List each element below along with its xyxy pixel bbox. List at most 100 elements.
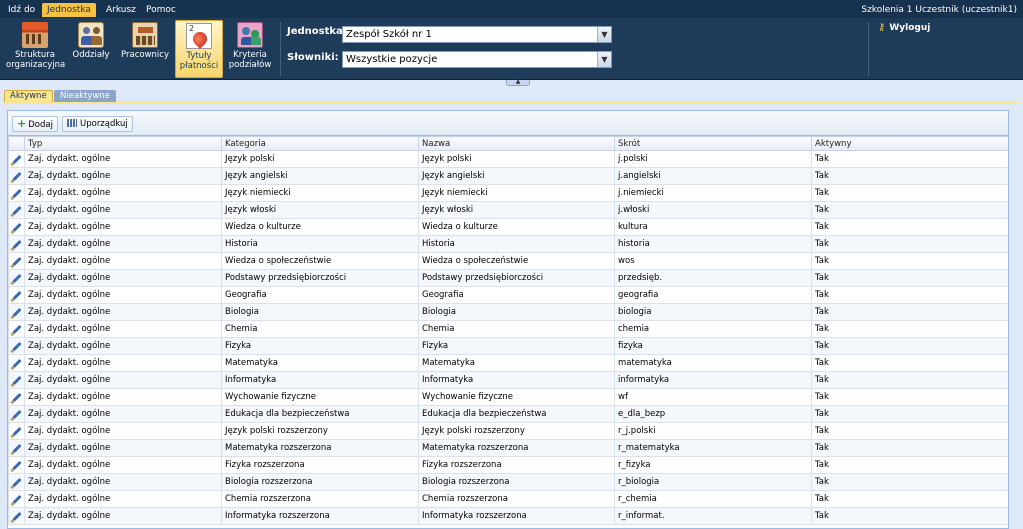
edit-row-button[interactable] xyxy=(8,184,25,202)
edit-row-button[interactable] xyxy=(8,286,25,304)
edit-row-button[interactable] xyxy=(8,201,25,219)
cell-kategoria: Informatyka xyxy=(221,371,419,389)
menu-item-pomoc[interactable]: Pomoc xyxy=(141,3,181,17)
cell-skrot: przedsięb. xyxy=(614,269,812,287)
edit-row-button[interactable] xyxy=(8,320,25,338)
table-row[interactable]: Zaj. dydakt. ogólne Geografia Geografia geo… xyxy=(8,286,1008,304)
ribbon-button-oddzialy[interactable]: Oddziały xyxy=(68,20,114,78)
edit-row-button[interactable] xyxy=(8,235,25,253)
cell-aktywny: Tak xyxy=(811,320,1008,338)
cell-nazwa: Informatyka xyxy=(418,371,615,389)
cell-skrot: informatyka xyxy=(614,371,812,389)
edit-row-button[interactable] xyxy=(8,405,25,423)
cell-nazwa: Informatyka rozszerzona xyxy=(418,507,615,525)
column-header-kategoria[interactable]: Kategoria xyxy=(221,136,419,151)
cell-aktywny: Tak xyxy=(811,201,1008,219)
logout-button[interactable]: ⚷ Wyloguj xyxy=(878,22,930,33)
edit-row-button[interactable] xyxy=(8,490,25,508)
table-row[interactable]: Zaj. dydakt. ogólne Matematyka rozszerzon… xyxy=(8,439,1008,457)
edit-row-button[interactable] xyxy=(8,167,25,185)
table-row[interactable]: Zaj. dydakt. ogólne Fizyka rozszerzona Fiz… xyxy=(8,456,1008,474)
unit-select[interactable]: Zespół Szkół nr 1 ▼ xyxy=(342,26,612,43)
edit-row-button[interactable] xyxy=(8,456,25,474)
edit-row-button[interactable] xyxy=(8,269,25,287)
edit-row-button[interactable] xyxy=(8,252,25,270)
chevron-down-icon[interactable]: ▼ xyxy=(597,52,611,67)
edit-row-button[interactable] xyxy=(8,507,25,525)
pencil-icon xyxy=(11,426,22,437)
pencil-icon xyxy=(11,392,22,403)
table-row[interactable]: Zaj. dydakt. ogólne Biologia rozszerzona B… xyxy=(8,473,1008,491)
key-icon: ⚷ xyxy=(878,22,886,33)
table-row[interactable]: Zaj. dydakt. ogólne Chemia Chemia chemia Tak xyxy=(8,320,1008,338)
edit-row-button[interactable] xyxy=(8,439,25,457)
edit-row-button[interactable] xyxy=(8,337,25,355)
ribbon-button-label: Kryteria podziałów xyxy=(228,50,272,70)
table-row[interactable]: Zaj. dydakt. ogólne Wiedza o kulturze Wied… xyxy=(8,218,1008,236)
cell-typ: Zaj. dydakt. ogólne xyxy=(24,507,222,525)
cell-skrot: r_informat. xyxy=(614,507,812,525)
table-row[interactable]: Zaj. dydakt. ogólne Język polski Język pol… xyxy=(8,150,1008,168)
menu-item-jednostka[interactable]: Jednostka xyxy=(42,3,96,17)
column-header-nazwa[interactable]: Nazwa xyxy=(418,136,615,151)
bar-chart-icon xyxy=(67,119,77,127)
table-row[interactable]: Zaj. dydakt. ogólne Wychowanie fizyczne Wy… xyxy=(8,388,1008,406)
edit-row-button[interactable] xyxy=(8,218,25,236)
table-row[interactable]: Zaj. dydakt. ogólne Język włoski Język wło… xyxy=(8,201,1008,219)
menu-item-arkusz[interactable]: Arkusz xyxy=(101,3,141,17)
collapse-ribbon-toggle[interactable]: ▲ xyxy=(506,79,530,86)
edit-row-button[interactable] xyxy=(8,473,25,491)
cell-skrot: r_biologia xyxy=(614,473,812,491)
table-row[interactable]: Zaj. dydakt. ogólne Podstawy przedsiębior… xyxy=(8,269,1008,287)
ribbon-button-struktura[interactable]: Struktura organizacyjna xyxy=(6,20,65,78)
menu-item-idz-do[interactable]: Idź do xyxy=(3,3,40,17)
cell-aktywny: Tak xyxy=(811,354,1008,372)
table-row[interactable]: Zaj. dydakt. ogólne Historia Historia histo… xyxy=(8,235,1008,253)
table-row[interactable]: Zaj. dydakt. ogólne Informatyka Informatyk… xyxy=(8,371,1008,389)
edit-row-button[interactable] xyxy=(8,150,25,168)
edit-row-button[interactable] xyxy=(8,388,25,406)
tab-strip xyxy=(3,102,1020,104)
cell-typ: Zaj. dydakt. ogólne xyxy=(24,405,222,423)
column-header-skrot[interactable]: Skrót xyxy=(614,136,812,151)
table-row[interactable]: Zaj. dydakt. ogólne Wiedza o społeczeństw… xyxy=(8,252,1008,270)
table-row[interactable]: Zaj. dydakt. ogólne Matematyka Matematyka m… xyxy=(8,354,1008,372)
column-header-aktywny[interactable]: Aktywny xyxy=(811,136,1008,151)
cell-skrot: r_matematyka xyxy=(614,439,812,457)
grid-panel: + Dodaj Uporządkuj Typ Kategoria Nazwa Sk… xyxy=(7,110,1009,529)
edit-row-button[interactable] xyxy=(8,371,25,389)
table-row[interactable]: Zaj. dydakt. ogólne Fizyka Fizyka fizyka Tak xyxy=(8,337,1008,355)
criteria-icon xyxy=(237,22,263,48)
ribbon-button-pracownicy[interactable]: Pracownicy xyxy=(118,20,172,78)
edit-row-button[interactable] xyxy=(8,303,25,321)
table-row[interactable]: Zaj. dydakt. ogólne Język polski rozszerz… xyxy=(8,422,1008,440)
menu-bar: Idź do Jednostka Arkusz Pomoc Szkolenia … xyxy=(0,0,1023,18)
cell-aktywny: Tak xyxy=(811,150,1008,168)
table-row[interactable]: Zaj. dydakt. ogólne Chemia rozszerzona Che… xyxy=(8,490,1008,508)
column-header-typ[interactable]: Typ xyxy=(24,136,222,151)
cell-nazwa: Chemia xyxy=(418,320,615,338)
cell-skrot: r_chemia xyxy=(614,490,812,508)
table-row[interactable]: Zaj. dydakt. ogólne Informatyka rozszerzo… xyxy=(8,507,1008,525)
pencil-icon xyxy=(11,154,22,165)
table-row[interactable]: Zaj. dydakt. ogólne Język niemiecki Język … xyxy=(8,184,1008,202)
cell-typ: Zaj. dydakt. ogólne xyxy=(24,218,222,236)
staff-icon xyxy=(132,22,158,48)
table-row[interactable]: Zaj. dydakt. ogólne Język angielski Język … xyxy=(8,167,1008,185)
dictionary-select-value: Wszystkie pozycje xyxy=(346,54,438,65)
edit-row-button[interactable] xyxy=(8,354,25,372)
dictionary-select[interactable]: Wszystkie pozycje ▼ xyxy=(342,51,612,68)
cell-nazwa: Chemia rozszerzona xyxy=(418,490,615,508)
table-row[interactable]: Zaj. dydakt. ogólne Biologia Biologia biolo… xyxy=(8,303,1008,321)
cell-aktywny: Tak xyxy=(811,269,1008,287)
building-icon xyxy=(22,22,48,48)
pencil-icon xyxy=(11,511,22,522)
chevron-down-icon[interactable]: ▼ xyxy=(597,27,611,42)
add-button[interactable]: + Dodaj xyxy=(12,116,58,132)
ribbon-button-kryteria[interactable]: Kryteria podziałów xyxy=(226,20,274,78)
cell-nazwa: Fizyka rozszerzona xyxy=(418,456,615,474)
edit-row-button[interactable] xyxy=(8,422,25,440)
sort-button[interactable]: Uporządkuj xyxy=(62,116,133,132)
table-row[interactable]: Zaj. dydakt. ogólne Edukacja dla bezpiecz… xyxy=(8,405,1008,423)
ribbon-button-tytuly-platnosci[interactable]: Tytuły płatności xyxy=(175,20,223,78)
